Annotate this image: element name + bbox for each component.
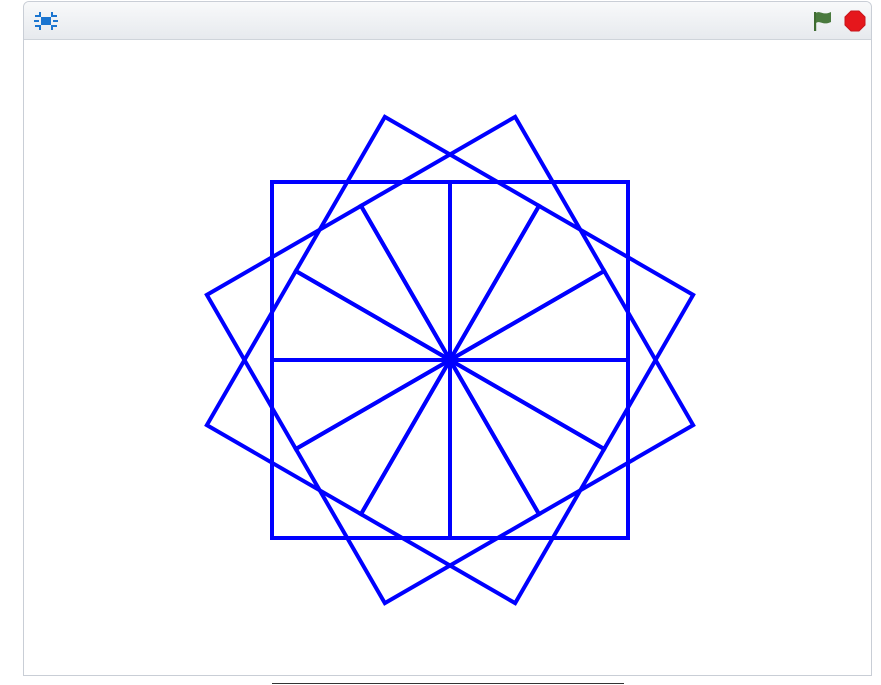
pen-square-3 [293,114,542,363]
pen-drawing [204,114,696,606]
stage-player [23,1,872,676]
pen-square-11 [447,268,696,517]
stop-button[interactable] [842,9,868,33]
green-flag-icon [814,12,831,31]
pen-square-8 [293,357,542,606]
pen-square-9 [358,357,607,606]
fullscreen-toggle-icon [34,12,58,30]
stop-sign-icon [844,10,866,32]
pen-square-6 [204,268,453,517]
pen-square-12 [447,203,696,452]
pen-square-2 [358,114,607,363]
stage-canvas[interactable] [24,40,871,675]
green-flag-button[interactable] [810,9,836,33]
pen-square-5 [204,203,453,452]
fullscreen-button[interactable] [33,9,59,33]
player-toolbar [24,2,871,40]
divider-line [272,683,624,684]
